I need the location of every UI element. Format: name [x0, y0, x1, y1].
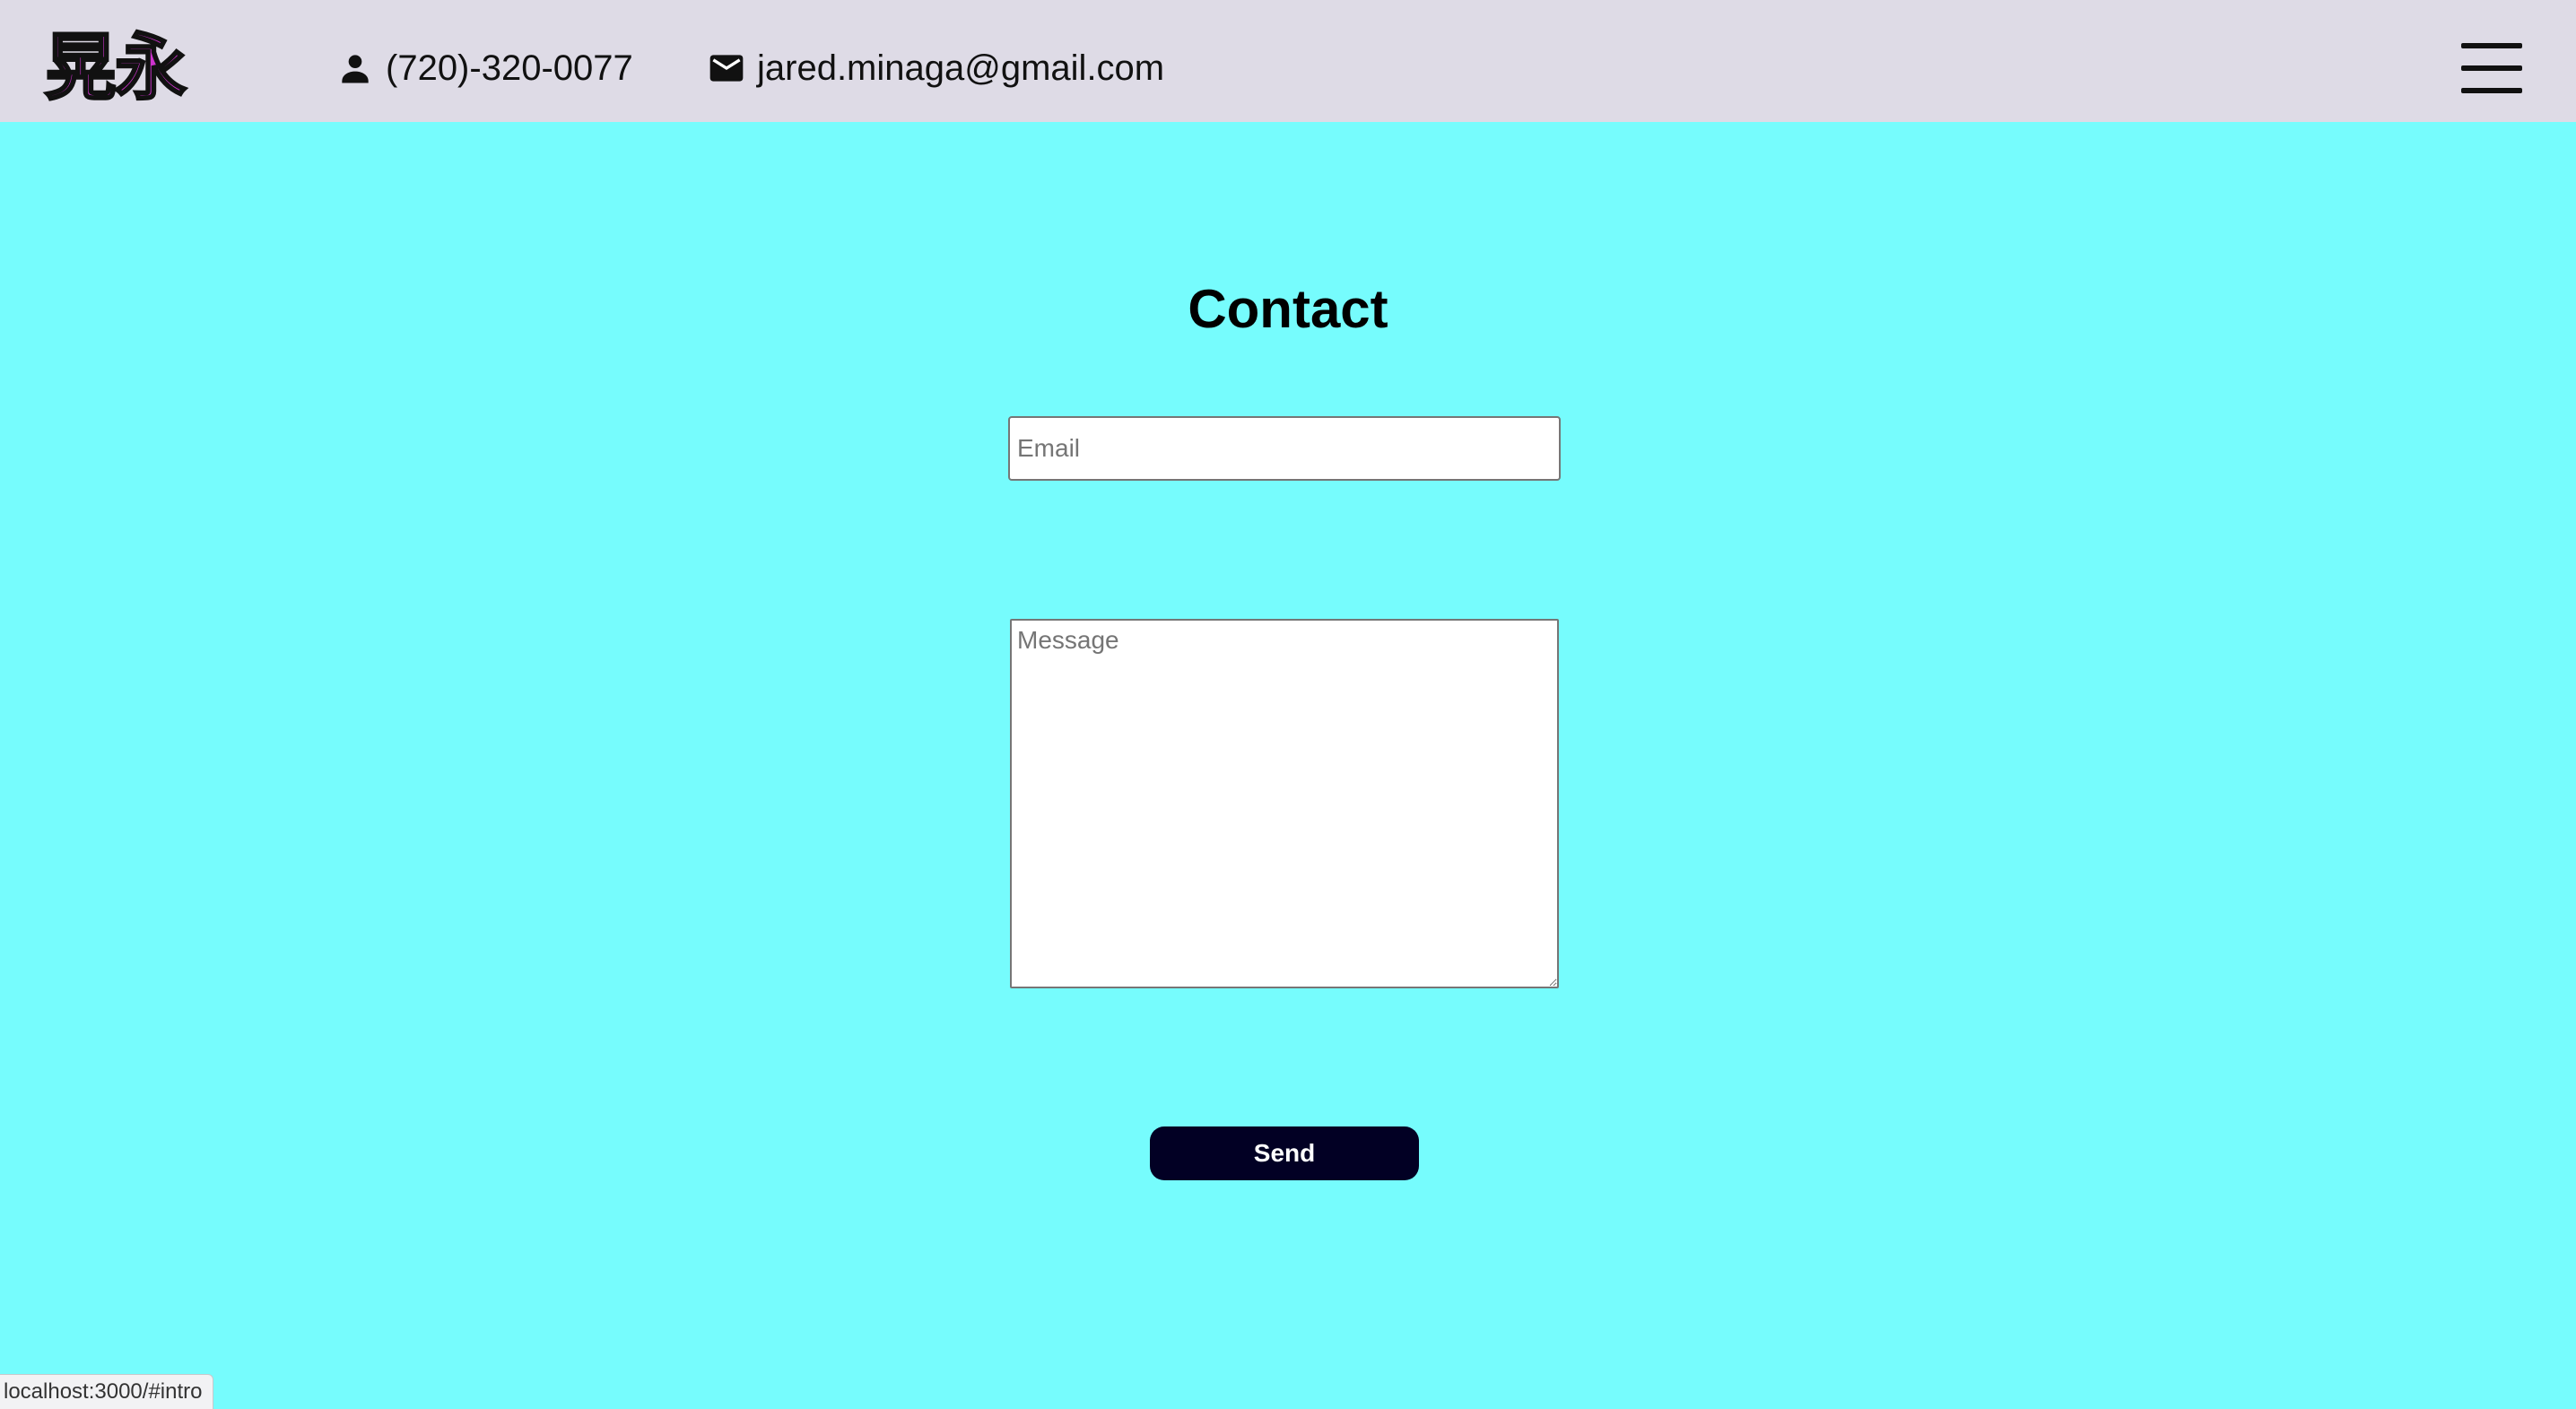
- page-title: Contact: [1188, 279, 1388, 339]
- top-navbar: 晃永 (720)-320-0077 jared.minaga@gmail.com: [0, 0, 2576, 122]
- hamburger-menu-icon[interactable]: [2461, 43, 2522, 95]
- email-input[interactable]: [1008, 416, 1561, 481]
- status-bar-url: localhost:3000/#intro: [0, 1374, 214, 1409]
- email-address: jared.minaga@gmail.com: [757, 48, 1165, 88]
- phone-number: (720)-320-0077: [386, 48, 633, 88]
- menu-bar-middle: [2461, 65, 2522, 71]
- menu-bar-bottom: [2461, 88, 2522, 93]
- site-logo[interactable]: 晃永: [44, 25, 188, 111]
- email-contact[interactable]: jared.minaga@gmail.com: [707, 41, 1164, 95]
- person-icon: [335, 48, 375, 88]
- phone-contact[interactable]: (720)-320-0077: [335, 41, 633, 95]
- menu-bar-top: [2461, 43, 2522, 48]
- message-textarea[interactable]: [1010, 619, 1559, 988]
- mail-icon: [707, 48, 746, 88]
- send-button[interactable]: Send: [1150, 1126, 1419, 1180]
